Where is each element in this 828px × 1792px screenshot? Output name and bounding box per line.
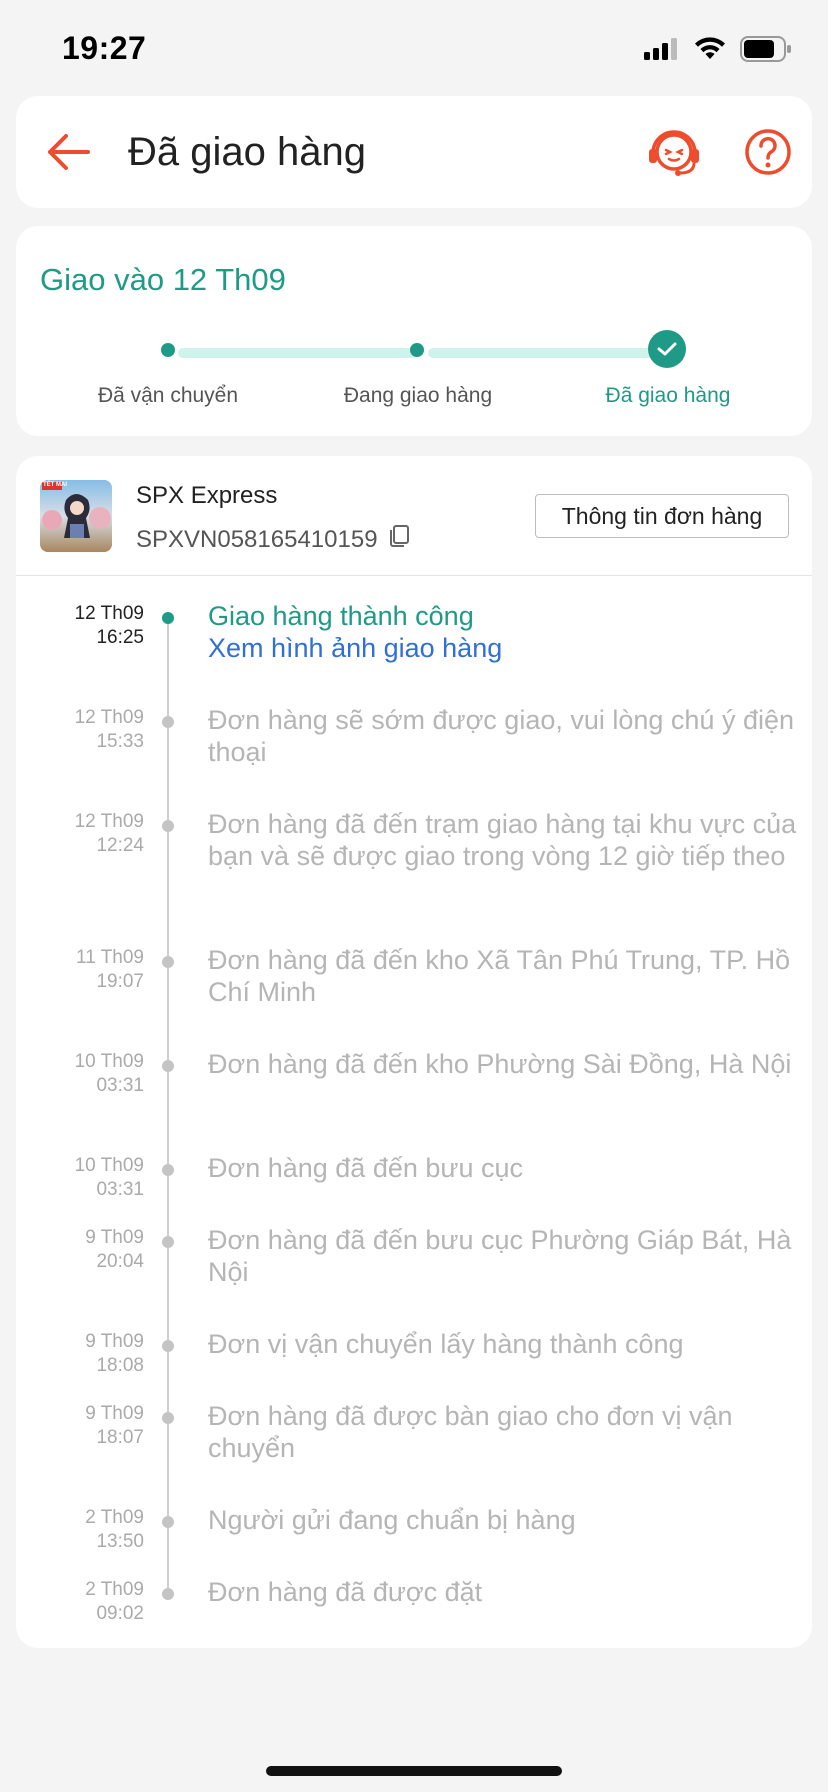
thumbnail-badge: TẾT MAI [43,482,67,488]
timeline-datetime: 2 Th09 13:50 [26,1506,144,1554]
timeline-text: Đơn hàng đã đến kho Xã Tân Phú Trung, TP… [208,945,791,1007]
timeline-time: 18:08 [96,1355,144,1376]
timeline-dot [162,1516,174,1528]
view-delivery-photo-link[interactable]: Xem hình ảnh giao hàng [208,632,798,664]
timeline-text: Đơn hàng đã được bàn giao cho đơn vị vận… [208,1401,733,1463]
help-button[interactable] [738,122,798,182]
timeline-date: 12 Th09 [74,603,144,624]
battery-icon [740,36,791,62]
carrier-name: SPX Express [136,482,278,509]
timeline-text: Người gửi đang chuẩn bị hàng [208,1505,576,1535]
arrow-left-icon [48,134,90,170]
delivery-progress-card: Giao vào 12 Th09 Đã vận chuyển Đang giao… [16,226,812,436]
timeline-datetime: 10 Th09 03:31 [26,1050,144,1098]
timeline-dot [162,956,174,968]
home-indicator [266,1766,562,1776]
timeline-datetime: 9 Th09 18:07 [26,1402,144,1450]
timeline-time: 18:07 [96,1427,144,1448]
progress-line-2 [428,348,654,358]
cellular-signal-icon [644,38,677,60]
timeline-text: Giao hàng thành công Xem hình ảnh giao h… [208,600,798,664]
timeline-datetime: 9 Th09 18:08 [26,1330,144,1378]
progress-dot-delivering [410,343,424,357]
timeline-dot [162,1412,174,1424]
status-time: 19:27 [62,30,147,66]
tracking-number: SPXVN058165410159 [136,525,378,553]
timeline-time: 12:24 [96,835,144,856]
carrier-row: TẾT MAI SPX Express SPXVN058165410159 Th… [16,456,812,576]
timeline-time: 09:02 [96,1603,144,1624]
wifi-icon [695,37,725,59]
timeline-text: Đơn vị vận chuyển lấy hàng thành công [208,1329,684,1359]
timeline-dot [162,1340,174,1352]
delivery-date-title: Giao vào 12 Th09 [40,262,286,297]
header-bar: Đã giao hàng [16,96,812,208]
question-circle-icon [745,129,791,175]
timeline-dot [162,1164,174,1176]
timeline-date: 10 Th09 [74,1155,144,1176]
status-bar: 19:27 [0,0,828,96]
timeline-text: Đơn hàng đã đến kho Phường Sài Đồng, Hà … [208,1049,792,1079]
timeline-date: 11 Th09 [76,947,144,968]
timeline-text: Đơn hàng đã được đặt [208,1577,483,1607]
timeline-dot [162,820,174,832]
progress-check-delivered [648,330,686,368]
timeline-text: Đơn hàng sẽ sớm được giao, vui lòng chú … [208,705,794,767]
timeline-date: 9 Th09 [85,1227,144,1248]
timeline-datetime: 12 Th09 15:33 [26,706,144,754]
timeline-date: 9 Th09 [85,1331,144,1352]
back-button[interactable] [38,122,98,182]
timeline-date: 12 Th09 [74,811,144,832]
timeline-text: Đơn hàng đã đến bưu cục Phường Giáp Bát,… [208,1225,792,1287]
timeline-time: 03:31 [96,1179,144,1200]
timeline-dot [162,612,174,624]
timeline-datetime: 2 Th09 09:02 [26,1578,144,1626]
timeline-time: 13:50 [96,1531,144,1552]
timeline-datetime: 9 Th09 20:04 [26,1226,144,1274]
timeline-time: 20:04 [96,1251,144,1272]
progress-dot-shipped [161,343,175,357]
timeline-dot [162,1588,174,1600]
timeline-text: Đơn hàng đã đến bưu cục [208,1153,523,1183]
product-thumbnail: TẾT MAI [40,480,112,552]
timeline-time: 03:31 [96,1075,144,1096]
status-icons [644,36,792,62]
timeline-time: 19:07 [96,971,144,992]
timeline-date: 2 Th09 [85,1579,144,1600]
timeline-text: Đơn hàng đã đến trạm giao hàng tại khu v… [208,809,797,871]
tracking-card: TẾT MAI SPX Express SPXVN058165410159 Th… [16,456,812,1648]
headset-agent-icon [649,130,699,176]
timeline-date: 12 Th09 [74,707,144,728]
timeline-dot [162,1060,174,1072]
timeline-date: 10 Th09 [74,1051,144,1072]
product-image [40,480,112,552]
timeline-datetime: 11 Th09 19:07 [26,946,144,994]
page-title: Đã giao hàng [128,130,366,174]
timeline-time: 15:33 [96,731,144,752]
timeline-date: 2 Th09 [85,1507,144,1528]
check-icon [657,342,677,356]
timeline-time: 16:25 [96,627,144,648]
support-button[interactable] [644,122,704,182]
step-label-shipped: Đã vận chuyển [97,384,239,407]
timeline-datetime: 12 Th09 12:24 [26,810,144,858]
timeline-datetime: 12 Th09 16:25 [26,602,144,650]
copy-icon[interactable] [388,524,410,555]
order-info-button[interactable]: Thông tin đơn hàng [535,494,789,538]
delivery-success-status: Giao hàng thành công [208,601,474,631]
tracking-number-row: SPXVN058165410159 [136,524,410,555]
step-label-delivering: Đang giao hàng [343,384,493,407]
step-label-delivered: Đã giao hàng [605,384,731,407]
timeline-datetime: 10 Th09 03:31 [26,1154,144,1202]
timeline-dot [162,1236,174,1248]
progress-line-1 [178,348,418,358]
timeline-dot [162,716,174,728]
timeline-date: 9 Th09 [85,1403,144,1424]
timeline-line [167,616,169,1596]
